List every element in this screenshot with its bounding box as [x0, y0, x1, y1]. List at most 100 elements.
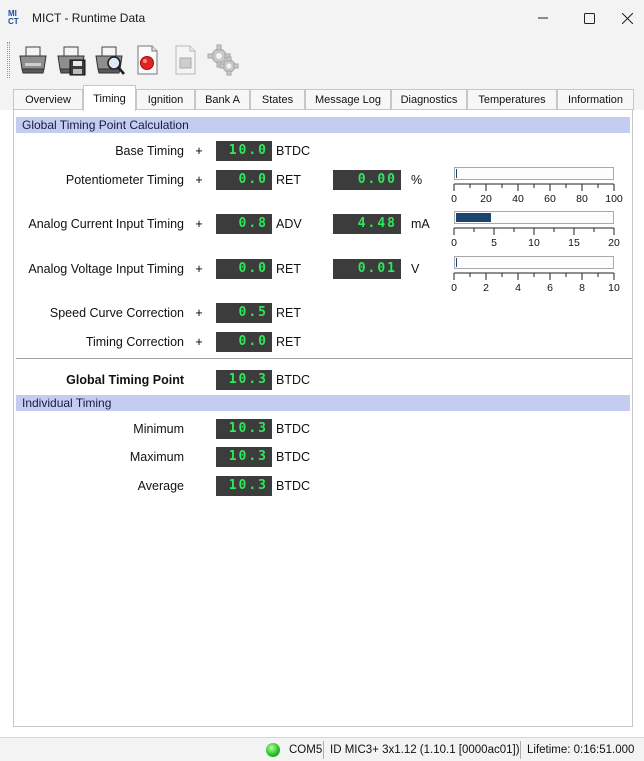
gauge-tick-label: 15	[568, 237, 580, 249]
analog-voltage-input-unit: V	[411, 262, 420, 276]
gauge-tick-label: 20	[608, 237, 620, 249]
base-timing-label: Base Timing	[115, 144, 184, 158]
maximum-label: Maximum	[129, 450, 184, 464]
window-title: MICT - Runtime Data	[32, 11, 146, 25]
plus-sign: +	[195, 262, 203, 276]
analog-voltage-gauge-bar	[454, 256, 614, 269]
status-device-id: ID MIC3+ 3x1.12 (1.10.1 [0000ac01])	[330, 744, 520, 756]
tab-bar: Overview Timing Ignition Bank A States M…	[0, 84, 644, 111]
print-button[interactable]	[14, 40, 52, 80]
average-label: Average	[137, 479, 184, 493]
gauge-tick-label: 2	[483, 282, 489, 294]
timing-correction-unit: RET	[276, 335, 301, 349]
print-preview-button[interactable]	[90, 40, 128, 80]
plus-sign: +	[195, 306, 203, 320]
gauge-tick-label: 80	[576, 193, 588, 205]
tab-states[interactable]: States	[250, 89, 305, 110]
app-icon: MI CT	[8, 9, 19, 25]
status-bar: COM5 ID MIC3+ 3x1.12 (1.10.1 [0000ac01])…	[0, 737, 644, 761]
potentiometer-timing-value: 0.0	[216, 170, 272, 190]
analog-current-timing-value: 0.8	[216, 214, 272, 234]
settings-button[interactable]	[204, 40, 242, 80]
gauge-tick-label: 100	[605, 193, 623, 205]
maximum-unit: BTDC	[276, 450, 311, 464]
app-icon-bottom: CT	[8, 17, 19, 25]
status-lifetime: Lifetime: 0:16:51.000	[527, 744, 635, 756]
potentiometer-input-unit: %	[411, 173, 423, 187]
analog-voltage-timing-label: Analog Voltage Input Timing	[28, 262, 184, 276]
gauge-tick-label: 10	[528, 237, 540, 249]
tab-diagnostics[interactable]: Diagnostics	[391, 89, 467, 110]
tab-timing[interactable]: Timing	[83, 85, 136, 111]
record-icon	[137, 45, 158, 75]
tab-temperatures[interactable]: Temperatures	[467, 89, 557, 110]
analog-current-timing-unit: ADV	[276, 217, 302, 231]
analog-voltage-timing-value: 0.0	[216, 259, 272, 279]
tab-message-log[interactable]: Message Log	[305, 89, 391, 110]
gauge-tick-label: 40	[512, 193, 524, 205]
analog-current-gauge-bar	[454, 211, 614, 224]
record-button[interactable]	[128, 40, 166, 80]
print-save-button[interactable]	[52, 40, 90, 80]
plus-sign: +	[195, 335, 203, 349]
printer-icon	[19, 46, 47, 74]
potentiometer-input-value: 0.00	[333, 170, 401, 190]
minimize-icon	[538, 17, 548, 19]
base-timing-unit: BTDC	[276, 144, 311, 158]
analog-voltage-timing-unit: RET	[276, 262, 301, 276]
gauge-tick-label: 4	[515, 282, 521, 294]
tab-overview[interactable]: Overview	[13, 89, 83, 110]
global-timing-point-label: Global Timing Point	[66, 373, 184, 387]
minimum-unit: BTDC	[276, 422, 311, 436]
average-value: 10.3	[216, 476, 272, 496]
plus-sign: +	[195, 217, 203, 231]
speed-curve-correction-value: 0.5	[216, 303, 272, 323]
printer-preview-icon	[95, 46, 125, 75]
potentiometer-timing-unit: RET	[276, 173, 301, 187]
gauge-tick-label: 0	[451, 282, 457, 294]
minimum-label: Minimum	[133, 422, 184, 436]
section-header-individual: Individual Timing	[16, 395, 630, 411]
close-button[interactable]	[610, 0, 644, 36]
title-bar[interactable]: MI CT MICT - Runtime Data	[0, 0, 644, 36]
status-separator	[520, 741, 521, 759]
analog-voltage-gauge-fill	[456, 258, 457, 267]
tab-ignition[interactable]: Ignition	[136, 89, 195, 110]
speed-curve-correction-unit: RET	[276, 306, 301, 320]
timing-correction-value: 0.0	[216, 332, 272, 352]
analog-voltage-input-value: 0.01	[333, 259, 401, 279]
analog-current-gauge-fill	[456, 213, 491, 222]
gauge-tick-label: 60	[544, 193, 556, 205]
maximize-icon	[583, 12, 595, 24]
potentiometer-timing-label: Potentiometer Timing	[65, 173, 184, 187]
gauge-tick-label: 6	[547, 282, 553, 294]
gauge-tick-label: 0	[451, 193, 457, 205]
connection-status-icon	[266, 743, 280, 757]
minimize-button[interactable]	[520, 0, 566, 36]
gauge-tick-label: 20	[480, 193, 492, 205]
gauge-tick-label: 8	[579, 282, 585, 294]
tab-bank-a[interactable]: Bank A	[195, 89, 250, 110]
toolbar-grip[interactable]	[7, 42, 10, 78]
stop-icon	[175, 45, 196, 75]
global-timing-point-unit: BTDC	[276, 373, 311, 387]
maximize-button[interactable]	[566, 0, 612, 36]
plus-sign: +	[195, 173, 203, 187]
global-timing-point-value: 10.3	[216, 370, 272, 390]
section-divider	[16, 358, 632, 359]
printer-save-icon	[57, 46, 86, 76]
analog-current-input-unit: mA	[411, 217, 430, 231]
analog-current-timing-label: Analog Current Input Timing	[28, 217, 184, 231]
gauge-tick-label: 10	[608, 282, 620, 294]
minimum-value: 10.3	[216, 419, 272, 439]
timing-correction-label: Timing Correction	[85, 335, 184, 349]
toolbar	[0, 36, 644, 84]
analog-current-input-value: 4.48	[333, 214, 401, 234]
base-timing-value: 10.0	[216, 141, 272, 161]
gauge-tick-label: 0	[451, 237, 457, 249]
tab-information[interactable]: Information	[557, 89, 634, 110]
potentiometer-gauge-bar	[454, 167, 614, 180]
maximum-value: 10.3	[216, 447, 272, 467]
stop-button[interactable]	[166, 40, 204, 80]
plus-sign: +	[195, 144, 203, 158]
